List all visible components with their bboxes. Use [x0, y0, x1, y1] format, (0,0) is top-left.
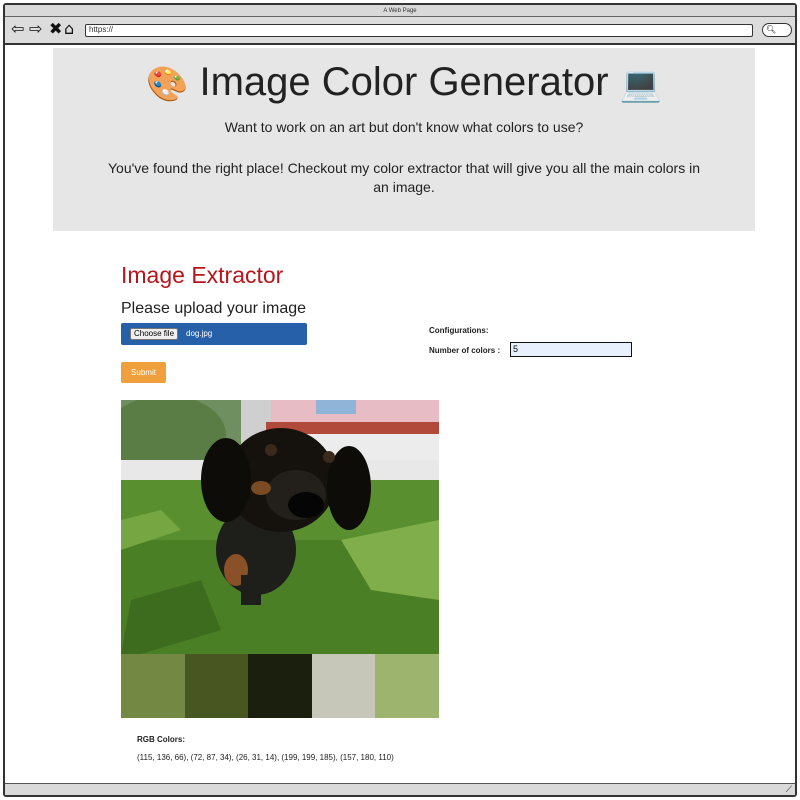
search-icon: 🔍︎ [766, 25, 777, 34]
forward-icon[interactable]: ⇨ [29, 20, 42, 38]
extractor-heading: Image Extractor [121, 262, 284, 288]
hero-subtitle: Want to work on an art but don't know wh… [224, 119, 584, 136]
uploaded-image [121, 400, 439, 654]
rgb-colors-values: (115, 136, 66), (72, 87, 34), (26, 31, 1… [137, 753, 394, 762]
num-colors-input[interactable]: 5 [510, 342, 632, 357]
hero-description: You've found the right place! Checkout m… [107, 160, 700, 196]
page-title: 🎨 Image Color Generator 💻 [53, 58, 755, 108]
choose-file-button[interactable]: Choose file [130, 328, 179, 340]
color-swatch [248, 654, 312, 718]
page-title-text: Image Color Generator [199, 60, 609, 104]
window-title: A Web Page [5, 5, 795, 17]
upload-label: Please upload your image [121, 300, 307, 317]
resize-grip-icon[interactable]: ⟋ [786, 784, 792, 795]
selected-file-name: dog.jpg [186, 329, 213, 338]
color-swatch [184, 654, 249, 718]
num-colors-label: Number of colors : [429, 346, 501, 355]
browser-search-button[interactable]: 🔍︎ [762, 23, 792, 37]
submit-button[interactable]: Submit [121, 362, 166, 383]
browser-toolbar: ⇦ ⇨ ✖ ⌂ https:// 🔍︎ [5, 17, 795, 45]
status-bar: ⟋ [5, 783, 795, 795]
home-icon[interactable]: ⌂ [64, 20, 74, 38]
color-palette [121, 654, 439, 718]
color-swatch [311, 654, 376, 718]
back-icon[interactable]: ⇦ [11, 20, 24, 38]
color-swatch [121, 654, 185, 718]
rgb-colors-heading: RGB Colors: [137, 735, 185, 744]
url-bar[interactable]: https:// [85, 24, 753, 37]
laptop-icon: 💻 [619, 64, 663, 105]
color-swatch [375, 654, 439, 718]
stop-icon[interactable]: ✖ [49, 20, 62, 38]
palette-icon: 🎨 [145, 64, 189, 105]
hero-banner: 🎨 Image Color Generator 💻 Want to work o… [53, 48, 755, 231]
dog-photo [121, 400, 439, 654]
file-input[interactable]: Choose file dog.jpg [121, 323, 307, 345]
config-heading: Configurations: [429, 326, 489, 335]
